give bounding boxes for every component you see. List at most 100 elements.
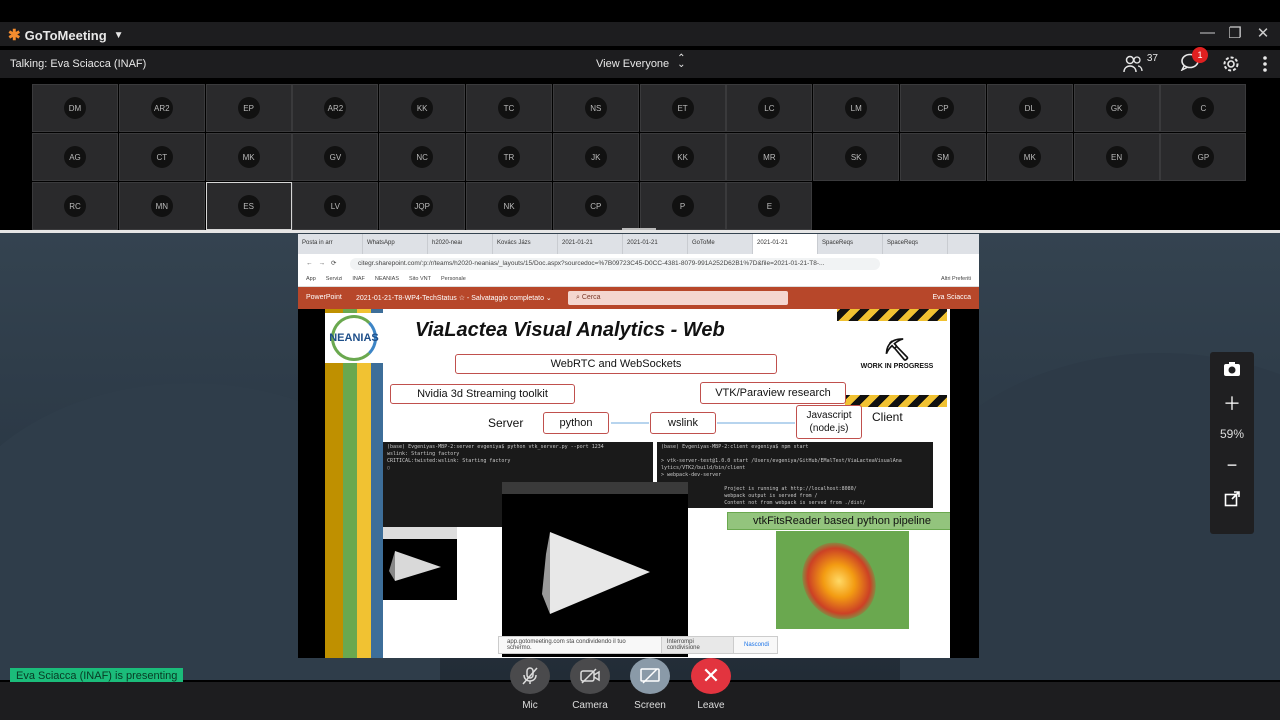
participant-grid: DM AR2 EP AR2 KK TC NS ET LC LM CP DL GK C AG CT MK GV NC T… (32, 84, 1247, 230)
view-selector-label: View Everyone (596, 58, 670, 70)
participant-tile[interactable]: CP (900, 84, 986, 132)
participant-avatar: JK (584, 146, 607, 168)
close-button[interactable]: ✕ (1256, 24, 1270, 42)
browser-tab: WhatsApp (363, 234, 428, 254)
search-label: Cerca (581, 294, 601, 301)
unread-badge: 1 (1192, 47, 1208, 63)
small-render-window (383, 527, 457, 600)
participant-avatar: CT (150, 146, 173, 168)
participant-tile[interactable]: CT (118, 133, 205, 181)
neanias-logo-text: NEANIAS (329, 332, 379, 344)
external-link-icon (1224, 491, 1240, 507)
participant-tile[interactable]: TC (466, 84, 552, 132)
participant-tile[interactable]: ET (639, 84, 726, 132)
leave-control[interactable]: ✕ Leave (691, 658, 731, 711)
arrow-connectors (611, 422, 795, 424)
participant-tile[interactable]: ES (205, 182, 292, 230)
participant-tile[interactable]: LM (813, 84, 900, 132)
participant-tile[interactable]: CP (552, 182, 639, 230)
screen-control[interactable]: Screen (630, 658, 670, 711)
fits-image (776, 531, 909, 629)
python-box: python (543, 412, 609, 434)
participant-avatar: MK (237, 146, 260, 168)
pop-out-button[interactable] (1224, 482, 1240, 516)
participant-tile[interactable]: E (726, 182, 813, 230)
participant-avatar: CP (584, 195, 607, 217)
participant-avatar: DM (64, 97, 86, 119)
participant-tile[interactable]: LV (292, 182, 379, 230)
bookmark-item: NEANIAS (374, 276, 399, 282)
participant-avatar: MN (150, 195, 173, 217)
zoom-out-button[interactable]: − (1227, 448, 1238, 482)
screen-button[interactable] (630, 658, 670, 694)
participant-tile[interactable]: C (1160, 84, 1247, 132)
camera-control[interactable]: Camera (570, 658, 610, 711)
browser-tab: 2021-01-21 (558, 234, 623, 254)
mic-button[interactable] (510, 658, 550, 694)
zoom-level: 59% (1219, 427, 1245, 441)
talking-indicator: Talking: Eva Sciacca (INAF) (10, 58, 147, 70)
gear-icon[interactable] (1222, 55, 1240, 73)
participant-tile[interactable]: NS (552, 84, 639, 132)
splitter-handle[interactable] (622, 228, 656, 230)
participant-tile[interactable]: DM (32, 84, 118, 132)
participant-tile[interactable]: GP (1160, 133, 1247, 181)
bookmark-item: App (306, 276, 316, 282)
minimize-button[interactable]: — (1200, 24, 1215, 42)
participant-tile[interactable]: JK (552, 133, 639, 181)
participant-tile[interactable]: GV (292, 133, 379, 181)
participant-avatar: EN (1105, 146, 1128, 168)
participant-avatar: LC (758, 97, 781, 119)
bookmark-item: INAF (352, 276, 365, 282)
hide-notice-button[interactable]: Nascondi (744, 642, 769, 648)
fits-pipeline-label: vtkFitsReader based python pipeline (727, 512, 950, 530)
participant-tile[interactable]: NK (466, 182, 552, 230)
chat-button[interactable]: 1 (1180, 47, 1208, 74)
participant-avatar: C (1192, 97, 1215, 119)
attendees-button[interactable]: 37 (1123, 53, 1158, 73)
participant-tile[interactable]: KK (639, 133, 726, 181)
document-name: 2021-01-21-T8-WP4-TechStatus ☆ - Salvata… (356, 295, 552, 302)
participant-tile[interactable]: SM (900, 133, 986, 181)
view-selector[interactable]: View Everyone ⌃ ⌄ (596, 54, 686, 71)
participant-tile[interactable]: MN (118, 182, 205, 230)
participant-tile[interactable]: MK (205, 133, 292, 181)
participant-tile[interactable]: JQP (379, 182, 466, 230)
participant-tile[interactable]: RC (32, 182, 118, 230)
participant-tile[interactable]: AR2 (292, 84, 379, 132)
screenshot-button[interactable] (1223, 352, 1241, 386)
vtk-render-window (502, 482, 688, 657)
participant-tile[interactable]: P (639, 182, 726, 230)
zoom-in-button[interactable]: ＋ (1223, 386, 1241, 420)
participant-tile[interactable]: SK (813, 133, 900, 181)
participant-tile[interactable]: EP (205, 84, 292, 132)
participant-tile[interactable]: AR2 (118, 84, 205, 132)
restore-button[interactable]: ❐ (1228, 24, 1242, 42)
client-label: Client (872, 410, 903, 424)
participant-tile[interactable]: KK (379, 84, 466, 132)
mic-control[interactable]: Mic (510, 658, 550, 711)
browser-tab: SpaceReqs (818, 234, 883, 254)
fits-emission (787, 531, 891, 629)
participant-tile[interactable]: MK (986, 133, 1073, 181)
participant-tile[interactable]: GK (1073, 84, 1160, 132)
participant-tile[interactable]: LC (726, 84, 813, 132)
participant-avatar: MR (758, 146, 781, 168)
participant-tile[interactable]: TR (466, 133, 552, 181)
camera-off-icon (580, 668, 600, 684)
stop-sharing-button[interactable]: Interrompi condivisione (660, 636, 734, 654)
participant-tile[interactable]: DL (986, 84, 1073, 132)
participant-tile[interactable]: NC (379, 133, 466, 181)
participant-tile[interactable]: EN (1073, 133, 1160, 181)
participant-tile[interactable]: AG (32, 133, 118, 181)
camera-snapshot-icon (1224, 362, 1240, 376)
app-menu-button[interactable]: ✱ GoToMeeting ▼ (8, 26, 124, 44)
participant-avatar: NK (498, 195, 520, 217)
camera-button[interactable] (570, 658, 610, 694)
vtk-box: VTK/Paraview research (700, 382, 846, 404)
work-in-progress: ⛏ WORK IN PROGRESS (847, 337, 947, 370)
chevron-down-icon: ▼ (113, 29, 124, 41)
more-options-icon[interactable] (1262, 55, 1268, 73)
participant-tile[interactable]: MR (726, 133, 813, 181)
leave-button[interactable]: ✕ (691, 658, 731, 694)
